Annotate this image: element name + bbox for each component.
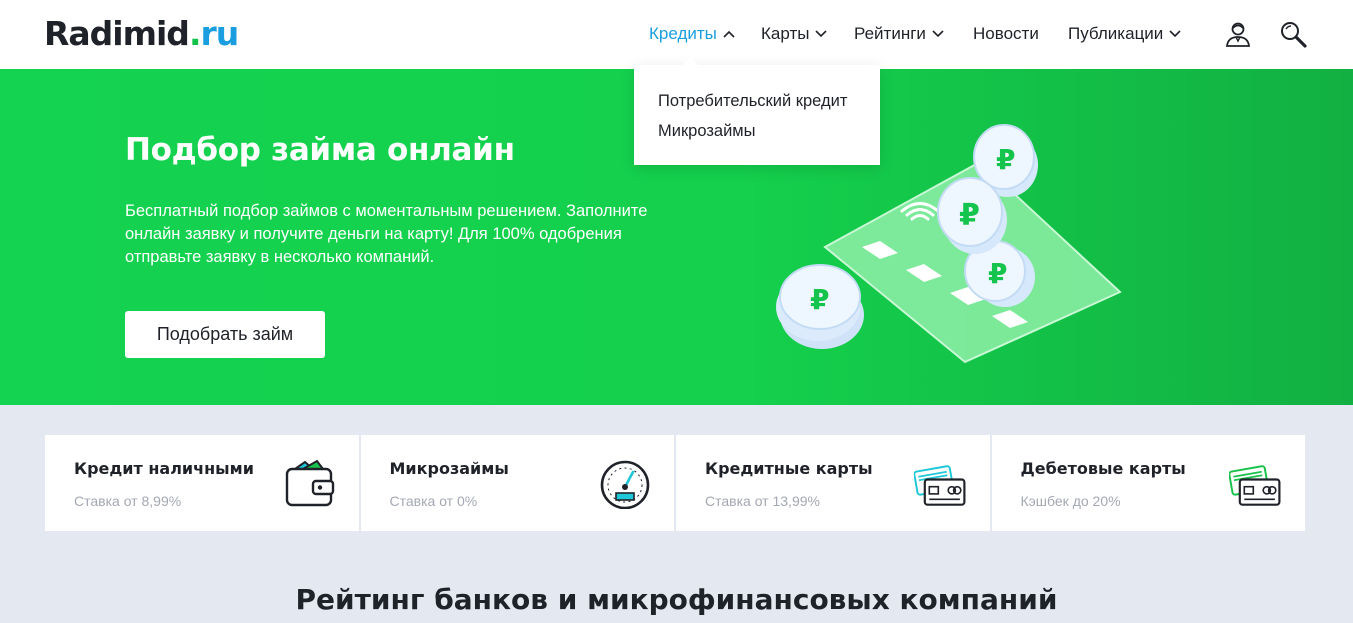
nav-item-ratings[interactable]: Рейтинги	[854, 24, 944, 44]
credit-cards-icon	[913, 465, 965, 506]
dropdown-arrow	[681, 57, 699, 66]
chevron-down-icon	[815, 30, 828, 38]
nav-item-label: Карты	[761, 24, 810, 43]
site-header: Radimid.ru Кредиты Карты Рейтинги Новост…	[0, 0, 1353, 69]
svg-text:₽: ₽	[810, 283, 829, 316]
logo-dot: .	[188, 14, 202, 53]
hero-title: Подбор займа онлайн	[125, 132, 515, 168]
card-subtitle: Ставка от 8,99%	[74, 493, 182, 509]
card-title: Кредит наличными	[74, 459, 254, 478]
nav-item-credits[interactable]: Кредиты	[649, 24, 735, 44]
card-title: Дебетовые карты	[1020, 459, 1186, 478]
nav-item-label: Публикации	[1068, 24, 1164, 43]
nav-item-publications[interactable]: Публикации	[1068, 24, 1181, 44]
product-cards: Кредит наличными Ставка от 8,99% Микроза…	[45, 435, 1305, 531]
search-icon[interactable]	[1279, 20, 1307, 48]
dropdown-item-microloans[interactable]: Микрозаймы	[658, 121, 756, 141]
chevron-down-icon	[932, 30, 944, 38]
card-microloans[interactable]: Микрозаймы Ставка от 0%	[360, 435, 674, 531]
card-cash-credit[interactable]: Кредит наличными Ставка от 8,99%	[45, 435, 359, 531]
svg-text:₽: ₽	[996, 143, 1015, 176]
card-subtitle: Ставка от 0%	[389, 493, 478, 509]
card-credit-cards[interactable]: Кредитные карты Ставка от 13,99%	[676, 435, 990, 531]
debit-cards-icon	[1229, 465, 1281, 506]
nav-item-cards[interactable]: Карты	[761, 24, 828, 44]
nav-item-label: Кредиты	[649, 24, 717, 43]
user-icon[interactable]	[1224, 20, 1252, 48]
nav-item-news[interactable]: Новости	[973, 24, 1039, 44]
hero-description: Бесплатный подбор займов с моментальным …	[125, 202, 648, 266]
nav-item-label: Новости	[973, 24, 1039, 43]
card-subtitle: Ставка от 13,99%	[705, 493, 820, 509]
logo-tld: ru	[200, 14, 239, 53]
chevron-down-icon	[1169, 30, 1181, 38]
find-loan-button[interactable]: Подобрать займ	[125, 311, 325, 358]
card-title: Кредитные карты	[705, 459, 873, 478]
dropdown-item-consumer-credit[interactable]: Потребительский кредит	[658, 91, 847, 111]
logo-name: Radimid	[44, 14, 190, 53]
chevron-up-icon	[723, 30, 735, 38]
svg-text:₽: ₽	[959, 198, 980, 233]
site-logo[interactable]: Radimid.ru	[44, 14, 239, 54]
speedometer-icon	[600, 460, 650, 509]
svg-text:₽: ₽	[988, 257, 1007, 290]
card-debit-cards[interactable]: Дебетовые карты Кэшбек до 20%	[991, 435, 1305, 531]
nav-item-label: Рейтинги	[854, 24, 926, 43]
card-subtitle: Кэшбек до 20%	[1020, 493, 1121, 509]
card-title: Микрозаймы	[389, 459, 509, 478]
credits-dropdown: Потребительский кредит Микрозаймы	[634, 65, 880, 165]
wallet-icon	[285, 459, 334, 507]
ratings-section-title: Рейтинг банков и микрофинансовых компани…	[295, 583, 1058, 616]
